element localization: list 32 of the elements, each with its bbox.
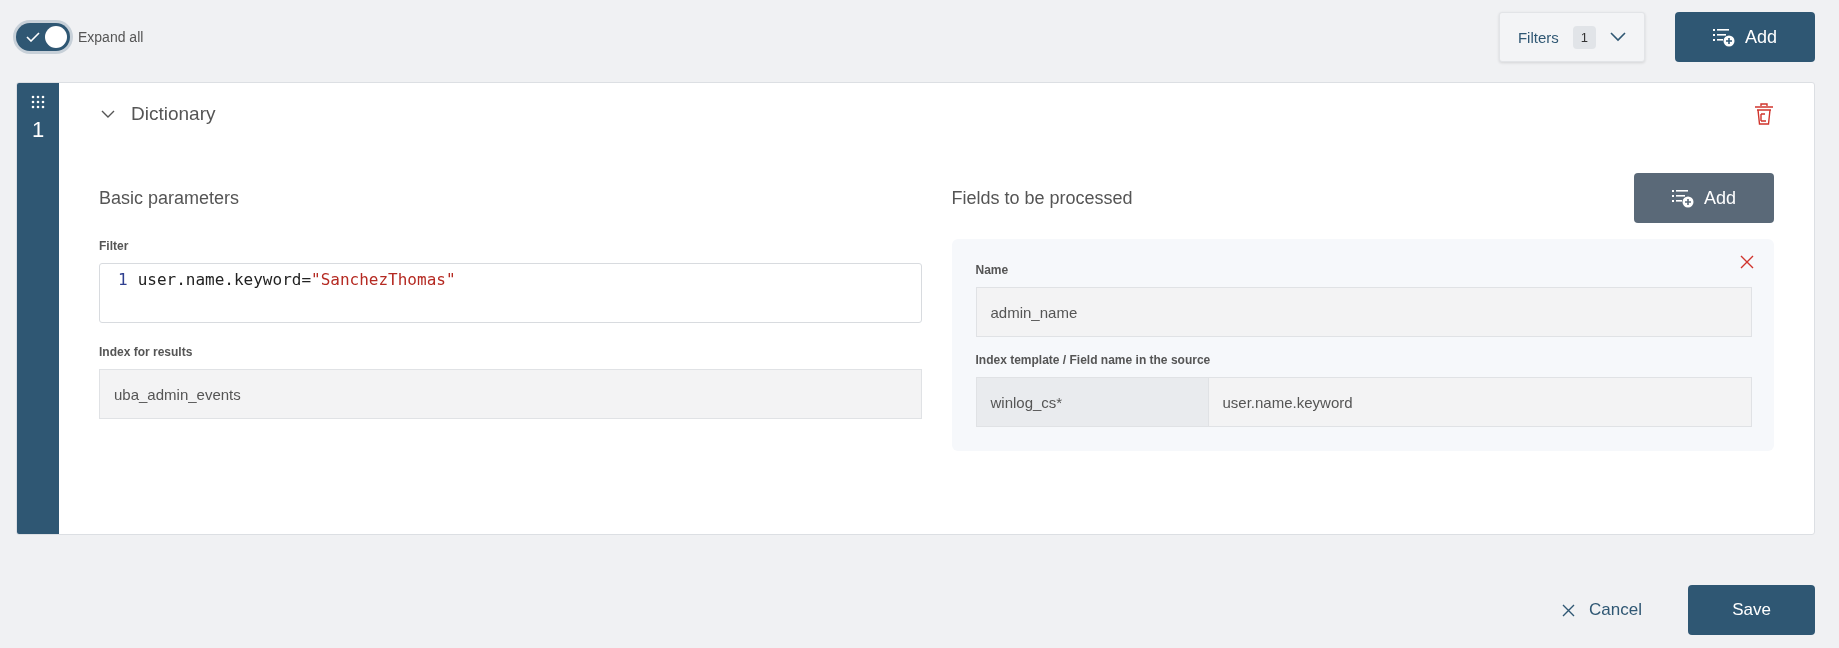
field-label: Index for results: [99, 345, 194, 359]
add-field-button[interactable]: Add: [1634, 173, 1774, 223]
toggle-label: Expand all: [78, 29, 144, 45]
field-label: Filter: [99, 239, 130, 253]
add-button[interactable]: Add: [1675, 12, 1815, 62]
drag-handle-icon: [31, 95, 45, 109]
section-heading: Basic parameters: [99, 187, 240, 209]
close-icon: [1562, 603, 1576, 617]
index-template-field[interactable]: winlog_cs*: [975, 377, 1208, 427]
trash-icon[interactable]: [1754, 103, 1774, 125]
field-label: Index template / Field name in the source: [975, 353, 1212, 367]
code-text: user.name.keyword="SanchezThomas": [137, 270, 456, 289]
save-button[interactable]: Save: [1688, 585, 1815, 635]
input-field[interactable]: admin_name: [975, 287, 1752, 337]
drag-handle-strip[interactable]: 1: [17, 83, 59, 534]
chevron-down-icon: [1610, 32, 1626, 42]
check-icon: [26, 32, 40, 42]
list-add-icon: [1672, 188, 1694, 208]
list-add-icon: [1713, 27, 1735, 47]
section-heading: Fields to be processed: [951, 187, 1133, 209]
line-number: 1: [118, 270, 128, 289]
field-label: Name: [975, 263, 1010, 277]
cancel-button[interactable]: Cancel: [1556, 599, 1648, 621]
rule-title: Dictionary: [131, 103, 216, 125]
rule-number: 1: [31, 117, 45, 143]
code-editor[interactable]: 1 user.name.keyword="SanchezThomas": [99, 263, 922, 323]
input-field[interactable]: user.name.keyword: [1207, 377, 1752, 427]
input-field[interactable]: uba_admin_events: [99, 369, 922, 419]
toggle-switch[interactable]: [16, 23, 70, 51]
filter-count-badge: 1: [1572, 25, 1596, 49]
filters-dropdown[interactable]: Filters 1: [1498, 12, 1645, 62]
close-icon[interactable]: [1740, 255, 1754, 269]
